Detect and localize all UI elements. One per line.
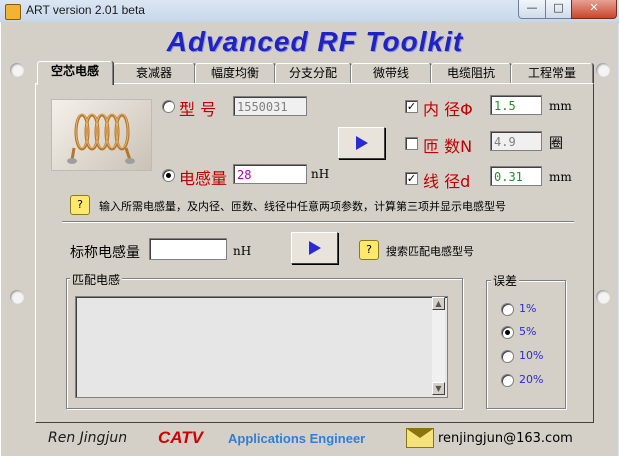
turns-field[interactable]: 4.9	[490, 131, 542, 151]
turns-checkbox[interactable]	[405, 137, 418, 150]
matched-inductors-label: 匹配电感	[70, 271, 123, 288]
binder-hole-decoration	[10, 63, 24, 77]
calc-hint-text: 输入所需电感量，及内径、匝数、线径中任意两项参数，计算第三项并显示电感型号	[99, 200, 506, 213]
scroll-up-arrow[interactable]: ▲	[432, 297, 445, 310]
coil-image	[51, 99, 152, 171]
minimize-button[interactable]: —	[518, 0, 546, 19]
inner-diameter-checkbox[interactable]: ✓	[405, 100, 418, 113]
tolerance-radio-1[interactable]	[501, 303, 514, 316]
wire-diameter-checkbox[interactable]: ✓	[405, 172, 418, 185]
nominal-inductance-unit: nH	[233, 244, 252, 258]
tolerance-option-1: 1%	[519, 302, 537, 315]
binder-hole-decoration	[10, 290, 24, 304]
tolerance-option-20: 20%	[519, 373, 544, 386]
matched-inductors-list[interactable]	[75, 296, 448, 398]
inductance-radio[interactable]	[162, 169, 175, 182]
brand-label: CATV	[158, 428, 204, 447]
model-radio[interactable]	[162, 100, 175, 113]
tab-air-core-inductor[interactable]: 空芯电感	[37, 61, 113, 85]
play-icon	[309, 241, 321, 255]
inner-diameter-field[interactable]: 1.5	[490, 95, 542, 115]
inductance-unit: nH	[311, 167, 330, 181]
inductance-field[interactable]: 28	[233, 164, 307, 184]
turns-label: 匝 数N	[423, 137, 473, 156]
model-label: 型 号	[179, 100, 217, 119]
email-address[interactable]: renjingjun@163.com	[438, 431, 573, 446]
binder-hole-decoration	[596, 63, 610, 77]
tolerance-group	[486, 280, 566, 409]
tolerance-option-5: 5%	[519, 325, 537, 338]
mail-icon[interactable]	[406, 428, 434, 448]
app-icon	[5, 4, 21, 20]
list-scrollbar[interactable]: ▲ ▼	[432, 297, 445, 395]
wire-diameter-field[interactable]: 0.31	[490, 166, 542, 186]
tab-engineering-constants[interactable]: 工程常量	[511, 63, 593, 83]
tolerance-option-10: 10%	[519, 349, 544, 362]
inner-diameter-unit: mm	[549, 99, 572, 113]
window-title: ART version 2.01 beta	[26, 3, 145, 17]
search-hint-text: 搜索匹配电感型号	[386, 245, 474, 258]
tab-attenuator[interactable]: 衰减器	[113, 63, 195, 83]
tab-microstrip[interactable]: 微带线	[351, 63, 431, 83]
play-icon	[356, 136, 368, 150]
search-button[interactable]	[291, 232, 338, 264]
inductance-label: 电感量	[179, 169, 228, 188]
app-title: Advanced RF Toolkit	[166, 26, 464, 57]
turns-unit: 圈	[549, 136, 563, 152]
nominal-inductance-field[interactable]	[149, 238, 227, 260]
model-field[interactable]: 1550031	[233, 96, 307, 116]
role-label: Applications Engineer	[228, 431, 366, 446]
nominal-inductance-label: 标称电感量	[70, 245, 140, 261]
wire-diameter-label: 线 径d	[423, 172, 471, 191]
separator-line	[62, 221, 574, 223]
tolerance-radio-10[interactable]	[501, 350, 514, 363]
search-hint-icon: ?	[359, 240, 379, 260]
maximize-button[interactable]: □	[545, 0, 572, 19]
hint-icon: ?	[70, 195, 90, 215]
author-name: Ren Jingjun	[48, 430, 128, 446]
tab-amplitude-equalizer[interactable]: 幅度均衡	[195, 63, 275, 83]
inner-diameter-label: 内 径Φ	[423, 100, 473, 119]
wire-diameter-unit: mm	[549, 170, 572, 184]
scroll-down-arrow[interactable]: ▼	[432, 382, 445, 395]
tolerance-radio-5[interactable]	[501, 326, 514, 339]
calculate-button[interactable]	[338, 127, 385, 159]
tab-splitter-tap[interactable]: 分支分配	[275, 63, 351, 83]
tolerance-label: 误差	[491, 272, 520, 289]
binder-hole-decoration	[596, 290, 610, 304]
close-button[interactable]: ✕	[571, 0, 617, 19]
tab-cable-impedance[interactable]: 电缆阻抗	[431, 63, 511, 83]
tolerance-radio-20[interactable]	[501, 374, 514, 387]
